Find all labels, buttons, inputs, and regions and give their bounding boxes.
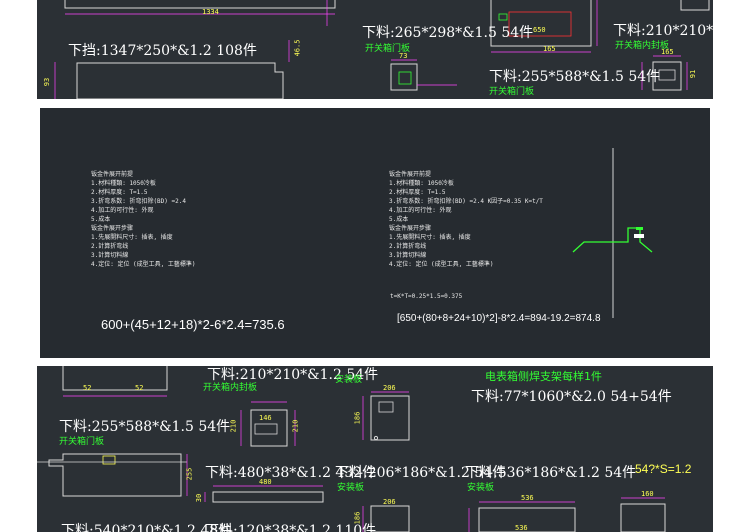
dim-46-5: 46.5 [293,39,302,57]
label-s: 54?*S=1.2 [635,462,692,476]
lock-hole [102,455,116,465]
small-cutout [398,71,412,85]
label-255b: 下料:255*588*&1.5 54件 [59,419,231,435]
hole [373,435,379,441]
dim-536b: 536 [515,524,528,532]
dim-255: 255 [185,467,194,481]
strip-480 [212,491,324,503]
bend-profile [572,148,653,318]
label-install-top: 安装板 [335,375,363,385]
bend-profile-path [572,227,653,253]
dim-206: 206 [383,384,396,392]
label-536: 下料:536*186*&1.2 54件 [465,465,637,481]
edge-part [680,0,710,11]
install-plate-206 [370,505,410,532]
label-265-sub: 开关箱门板 [365,44,411,54]
label-255b-sub: 开关箱门板 [59,437,105,447]
plate-outline [76,62,284,99]
profile-marker [636,227,643,230]
label-536-sub: 安装板 [467,483,495,493]
dim-206b: 206 [383,498,396,506]
marker [498,13,508,21]
strip-outline [64,0,336,9]
dim-91: 91 [689,69,698,79]
bracket-title: 电表箱侧焊支架每样1件 [485,370,602,383]
bracket-part [620,503,666,532]
small-panel [390,63,418,91]
label-265: 下料:265*298*&1.5 54件 [362,25,534,41]
label-xiadang: 下挡:1347*250*&1.2 108件 [68,43,257,59]
label-206-sub: 安装板 [337,483,365,493]
dim-165: 165 [543,45,556,53]
dim-30: 30 [195,493,204,503]
dim-52: 52 [83,384,92,392]
install-plate [370,395,410,441]
dim-186: 186 [353,411,362,425]
cad-drawing-bottom: 52 52 210 146 210 255 206 186 186 206 48… [37,366,713,532]
label-77: 下料:77*1060*&2.0 54+54件 [471,389,672,405]
sheet-metal-notes-panel: 钣金件展开前提 1.材料種類: 1050冷板 2.材料厚度: T=1.5 3.折… [40,108,710,358]
door-top-part [62,366,168,391]
label-255: 下料:255*588*&1.5 54件 [489,69,661,85]
label-255-sub: 开关箱门板 [489,87,535,97]
label-210b-sub: 开关箱内封板 [203,383,258,393]
label-bottom-mid: 下料:120*38*&1.2 110件 [205,523,377,532]
dim-52b: 52 [135,384,144,392]
dim-536: 536 [521,494,534,502]
dim-146: 146 [259,414,272,422]
label-210: 下料:210*210*&1.2 [613,23,713,39]
cad-drawing-top: 1334 46.5 93 73 650 165 165 91 下挡:1347*2… [37,0,713,99]
inner-cutout [254,423,278,435]
dim-93: 93 [43,77,52,87]
dim-210b: 210 [291,419,300,433]
dim-210: 210 [229,419,238,433]
dim-160: 160 [641,490,654,498]
install-cutout [378,401,394,413]
profile-marker [634,234,644,238]
dim-650: 650 [533,26,546,34]
label-210-sub: 开关箱内封板 [615,41,670,51]
dim-1334: 1334 [202,8,219,16]
inner-cutout [658,69,676,81]
